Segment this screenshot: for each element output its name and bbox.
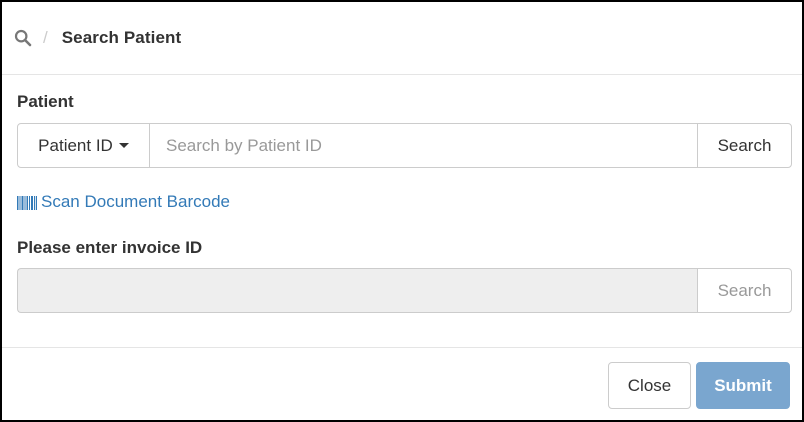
search-icon	[14, 29, 32, 47]
patient-label: Patient	[17, 92, 74, 111]
invoice-search-group: Search	[17, 268, 792, 313]
patient-search-button[interactable]: Search	[697, 123, 792, 168]
modal-footer: Close Submit	[2, 347, 802, 420]
search-patient-modal: / Search Patient Patient Patient ID Sear…	[0, 0, 804, 422]
modal-title: Search Patient	[61, 28, 182, 47]
modal-header: / Search Patient	[2, 2, 802, 75]
breadcrumb-separator: /	[43, 28, 48, 47]
close-button[interactable]: Close	[608, 362, 691, 409]
scan-barcode-label: Scan Document Barcode	[41, 192, 230, 211]
invoice-search-button[interactable]: Search	[697, 268, 792, 313]
patient-search-input[interactable]	[150, 123, 697, 168]
scan-barcode-link[interactable]: Scan Document Barcode	[17, 191, 230, 213]
caret-down-icon	[118, 143, 129, 148]
submit-button[interactable]: Submit	[696, 362, 790, 409]
invoice-label: Please enter invoice ID	[17, 238, 203, 257]
invoice-id-input[interactable]	[17, 268, 697, 313]
barcode-icon	[17, 195, 37, 210]
patient-search-group: Patient ID Search	[17, 123, 792, 168]
patient-id-type-dropdown[interactable]: Patient ID	[17, 123, 150, 168]
dropdown-label: Patient ID	[38, 135, 113, 155]
